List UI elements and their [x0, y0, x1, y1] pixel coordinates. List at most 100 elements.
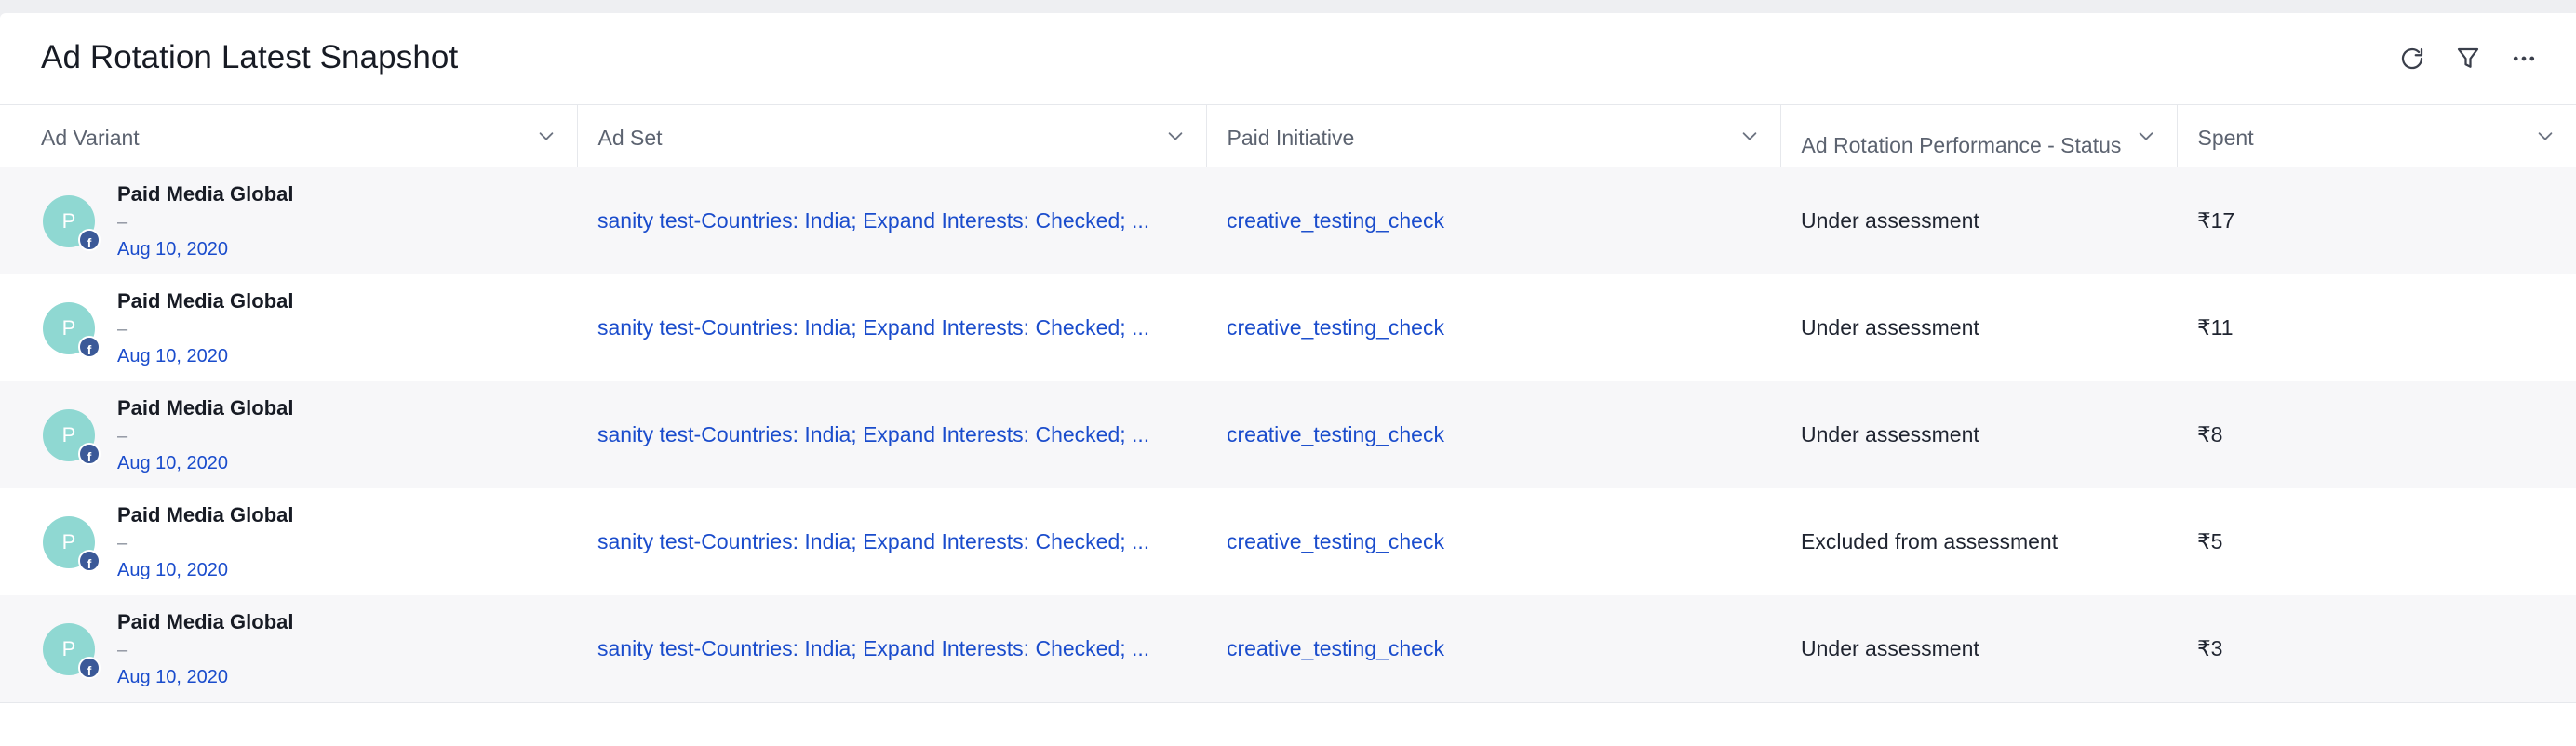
snapshot-panel: Ad Rotation Latest Snapshot Ad Variant A…	[0, 13, 2576, 746]
table-row[interactable]: P f Paid Media Global – Aug 10, 2020 san…	[0, 595, 2576, 703]
more-options-button[interactable]	[2503, 38, 2544, 79]
column-header-ad-variant[interactable]: Ad Variant	[0, 105, 578, 167]
cell-status: Under assessment	[1780, 167, 2177, 274]
variant-text: Paid Media Global – Aug 10, 2020	[117, 180, 293, 262]
variant-name: Paid Media Global	[117, 288, 294, 313]
ad-set-link[interactable]: sanity test-Countries: India; Expand Int…	[597, 529, 1149, 553]
table-row[interactable]: P f Paid Media Global – Aug 10, 2020 san…	[0, 167, 2576, 274]
paid-initiative-link[interactable]: creative_testing_check	[1227, 422, 1444, 446]
avatar-wrap: P f	[43, 408, 101, 465]
table-row[interactable]: P f Paid Media Global – Aug 10, 2020 san…	[0, 274, 2576, 381]
column-header-spent[interactable]: Spent	[2177, 105, 2576, 167]
variant-subtitle: –	[117, 425, 128, 446]
avatar-wrap: P f	[43, 301, 101, 358]
column-header-paid-initiative[interactable]: Paid Initiative	[1206, 105, 1781, 167]
paid-initiative-link[interactable]: creative_testing_check	[1227, 636, 1444, 660]
table-header-row: Ad Variant Ad Set Paid Initiative Ad Rot…	[0, 105, 2576, 167]
cell-paid-initiative: creative_testing_check	[1206, 488, 1780, 595]
variant-text: Paid Media Global – Aug 10, 2020	[117, 608, 293, 690]
variant-subtitle: –	[117, 318, 128, 340]
variant-date-link[interactable]: Aug 10, 2020	[117, 236, 293, 262]
column-label: Paid Initiative	[1227, 126, 1355, 150]
status-text: Under assessment	[1801, 315, 1979, 340]
table-row[interactable]: P f Paid Media Global – Aug 10, 2020 san…	[0, 381, 2576, 488]
spent-value: ₹8	[2197, 422, 2223, 446]
facebook-icon: f	[78, 442, 101, 465]
ad-set-link[interactable]: sanity test-Countries: India; Expand Int…	[597, 208, 1149, 233]
cell-spent: ₹3	[2177, 595, 2576, 703]
status-text: Under assessment	[1801, 636, 1979, 660]
ad-set-link[interactable]: sanity test-Countries: India; Expand Int…	[597, 315, 1149, 340]
ad-variant: P f Paid Media Global – Aug 10, 2020	[43, 501, 557, 583]
variant-subtitle: –	[117, 639, 128, 660]
cell-ad-set: sanity test-Countries: India; Expand Int…	[577, 488, 1206, 595]
ad-variant: P f Paid Media Global – Aug 10, 2020	[43, 608, 557, 690]
spent-value: ₹17	[2197, 208, 2235, 233]
variant-name: Paid Media Global	[117, 181, 294, 206]
facebook-icon: f	[78, 549, 101, 572]
cell-ad-set: sanity test-Countries: India; Expand Int…	[577, 381, 1206, 488]
cell-spent: ₹17	[2177, 167, 2576, 274]
cell-ad-variant: P f Paid Media Global – Aug 10, 2020	[0, 488, 577, 595]
refresh-icon	[2401, 47, 2423, 70]
spent-value: ₹5	[2197, 529, 2223, 553]
column-label: Ad Rotation Performance - Status	[1801, 133, 2122, 157]
cell-status: Under assessment	[1780, 381, 2177, 488]
column-header-status[interactable]: Ad Rotation Performance - Status	[1780, 105, 2178, 167]
variant-name: Paid Media Global	[117, 395, 294, 420]
ad-set-link[interactable]: sanity test-Countries: India; Expand Int…	[597, 422, 1149, 446]
status-text: Under assessment	[1801, 208, 1979, 233]
variant-text: Paid Media Global – Aug 10, 2020	[117, 394, 293, 476]
column-label: Spent	[2197, 126, 2254, 150]
cell-spent: ₹8	[2177, 381, 2576, 488]
cell-status: Under assessment	[1780, 274, 2177, 381]
paid-initiative-link[interactable]: creative_testing_check	[1227, 208, 1444, 233]
chevron-down-icon[interactable]	[2136, 126, 2156, 146]
variant-subtitle: –	[117, 211, 128, 233]
avatar-wrap: P f	[43, 194, 101, 251]
paid-initiative-link[interactable]: creative_testing_check	[1227, 529, 1444, 553]
cell-status: Under assessment	[1780, 595, 2177, 703]
variant-subtitle: –	[117, 532, 128, 553]
panel-title: Ad Rotation Latest Snapshot	[41, 39, 459, 75]
chevron-down-icon[interactable]	[1165, 126, 1186, 146]
refresh-button[interactable]	[2392, 38, 2433, 79]
chevron-down-icon[interactable]	[2535, 126, 2556, 146]
variant-date-link[interactable]: Aug 10, 2020	[117, 343, 293, 369]
variant-name: Paid Media Global	[117, 609, 294, 633]
cell-ad-variant: P f Paid Media Global – Aug 10, 2020	[0, 167, 577, 274]
cell-status: Excluded from assessment	[1780, 488, 2177, 595]
chevron-down-icon[interactable]	[1739, 126, 1760, 146]
status-text: Excluded from assessment	[1801, 529, 2059, 553]
facebook-icon: f	[78, 656, 101, 679]
variant-date-link[interactable]: Aug 10, 2020	[117, 450, 293, 476]
panel-header: Ad Rotation Latest Snapshot	[0, 13, 2576, 105]
column-label: Ad Set	[597, 126, 663, 150]
paid-initiative-link[interactable]: creative_testing_check	[1227, 315, 1444, 340]
table-row[interactable]: P f Paid Media Global – Aug 10, 2020 san…	[0, 488, 2576, 595]
avatar-wrap: P f	[43, 515, 101, 572]
filter-icon	[2457, 47, 2479, 68]
filter-button[interactable]	[2448, 38, 2489, 79]
avatar-wrap: P f	[43, 622, 101, 679]
status-text: Under assessment	[1801, 422, 1979, 446]
column-header-ad-set[interactable]: Ad Set	[577, 105, 1207, 167]
cell-paid-initiative: creative_testing_check	[1206, 274, 1780, 381]
cell-spent: ₹5	[2177, 488, 2576, 595]
more-options-icon	[2513, 56, 2535, 61]
variant-text: Paid Media Global – Aug 10, 2020	[117, 287, 293, 369]
variant-name: Paid Media Global	[117, 502, 294, 526]
cell-ad-variant: P f Paid Media Global – Aug 10, 2020	[0, 381, 577, 488]
spent-value: ₹11	[2197, 315, 2234, 340]
variant-date-link[interactable]: Aug 10, 2020	[117, 664, 293, 690]
cell-paid-initiative: creative_testing_check	[1206, 381, 1780, 488]
cell-ad-set: sanity test-Countries: India; Expand Int…	[577, 167, 1206, 274]
ad-variant: P f Paid Media Global – Aug 10, 2020	[43, 180, 557, 262]
ad-rotation-table: Ad Variant Ad Set Paid Initiative Ad Rot…	[0, 105, 2576, 703]
ad-set-link[interactable]: sanity test-Countries: India; Expand Int…	[597, 636, 1149, 660]
variant-text: Paid Media Global – Aug 10, 2020	[117, 501, 293, 583]
cell-paid-initiative: creative_testing_check	[1206, 595, 1780, 703]
cell-ad-variant: P f Paid Media Global – Aug 10, 2020	[0, 595, 577, 703]
variant-date-link[interactable]: Aug 10, 2020	[117, 557, 293, 583]
chevron-down-icon[interactable]	[536, 126, 557, 146]
